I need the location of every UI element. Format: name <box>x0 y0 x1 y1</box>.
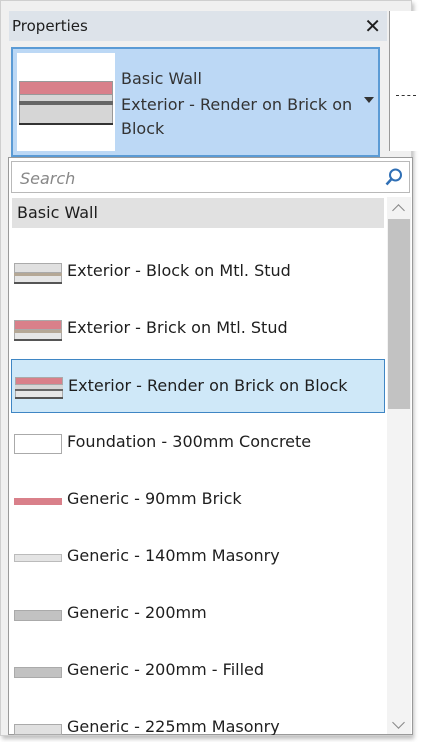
list-item[interactable]: Generic - 90mm Brick <box>11 473 385 527</box>
chevron-down-icon[interactable] <box>364 97 374 103</box>
scroll-thumb[interactable] <box>388 219 410 409</box>
list-item[interactable]: Exterior - Brick on Mtl. Stud <box>11 302 385 356</box>
view-canvas-edge <box>389 11 421 151</box>
list-item[interactable]: Foundation - 300mm Concrete <box>11 416 385 470</box>
vertical-scrollbar[interactable] <box>387 197 411 734</box>
scroll-up-button[interactable] <box>387 197 411 217</box>
search-field[interactable] <box>11 161 410 193</box>
close-icon[interactable]: ✕ <box>364 14 381 38</box>
list-item-label: Exterior - Brick on Mtl. Stud <box>67 318 288 337</box>
wall-swatch-icon <box>14 433 62 455</box>
chevron-up-icon <box>392 204 405 217</box>
wall-swatch-icon <box>14 661 62 683</box>
wall-swatch-icon <box>14 604 62 626</box>
wall-swatch-icon <box>14 262 62 284</box>
list-item[interactable]: Generic - 140mm Masonry <box>11 530 385 584</box>
list-item[interactable]: Exterior - Block on Mtl. Stud <box>11 245 385 299</box>
list-item-label: Generic - 140mm Masonry <box>67 546 280 565</box>
wall-swatch-icon <box>15 377 63 399</box>
chevron-down-icon <box>392 716 405 729</box>
wall-type-preview <box>17 53 115 151</box>
list-item-label: Generic - 200mm <box>67 603 207 622</box>
list-item[interactable]: Generic - 200mm - Filled <box>11 644 385 698</box>
type-dropdown-list: Basic Wall Exterior - Block on Mtl. Stud… <box>8 157 413 735</box>
wall-swatch-icon <box>14 319 62 341</box>
search-icon[interactable] <box>384 167 404 187</box>
panel-title: Properties <box>12 17 88 35</box>
scroll-down-button[interactable] <box>387 714 411 734</box>
list-item-label: Exterior - Render on Brick on Block <box>68 376 348 395</box>
type-family-name: Basic Wall <box>121 69 202 88</box>
wall-swatch-icon <box>14 490 62 512</box>
dashed-line <box>396 95 416 96</box>
search-input[interactable] <box>18 166 382 190</box>
list-item[interactable]: Generic - 200mm <box>11 587 385 641</box>
type-selector[interactable]: Basic Wall Exterior - Render on Brick on… <box>11 47 380 157</box>
list-item-label: Foundation - 300mm Concrete <box>67 432 312 451</box>
list-item-label: Generic - 200mm - Filled <box>67 660 265 679</box>
wall-swatch-icon <box>14 547 62 569</box>
properties-titlebar: Properties ✕ <box>9 11 387 41</box>
list-item-label: Exterior - Block on Mtl. Stud <box>67 261 291 280</box>
wall-swatch-icon <box>14 718 62 735</box>
list-item-label: Generic - 225mm Masonry <box>67 717 280 735</box>
list-item[interactable]: Generic - 225mm Masonry <box>11 701 385 735</box>
list-item-selected[interactable]: Exterior - Render on Brick on Block <box>11 359 385 413</box>
type-list: Basic Wall Exterior - Block on Mtl. Stud… <box>11 197 385 735</box>
group-header: Basic Wall <box>12 198 384 228</box>
type-name: Exterior - Render on Brick on Block <box>121 95 353 138</box>
list-item-label: Generic - 90mm Brick <box>67 489 242 508</box>
